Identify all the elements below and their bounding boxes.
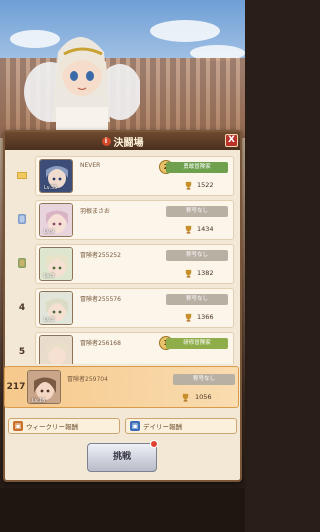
my-title-tag: 称号なし xyxy=(173,374,235,385)
ranking-row[interactable]: 5 冒険者256168 1 研修冒険家 xyxy=(11,332,234,364)
player-card[interactable]: Lv.3 冒険者255576 称号なし 1366 xyxy=(35,288,234,328)
score-value: 1382 xyxy=(197,269,214,277)
score-value: 1522 xyxy=(197,181,214,189)
info-icon[interactable]: i xyxy=(101,136,111,146)
bronze-badge-icon xyxy=(18,258,26,268)
player-card[interactable]: 冒険者256168 1 研修冒険家 xyxy=(35,332,234,364)
weekly-reward-label: ウィークリー報酬 xyxy=(26,423,78,431)
level-label: Lv.55 xyxy=(44,185,58,191)
silver-badge-icon xyxy=(18,214,26,224)
trophy-icon xyxy=(185,269,192,278)
weekly-reward-button[interactable]: ▣ ウィークリー報酬 xyxy=(8,418,120,434)
heroine-character-image xyxy=(24,37,140,132)
my-level-label: Lv.16 xyxy=(32,398,46,404)
avatar xyxy=(39,335,73,364)
rank-number: 4 xyxy=(18,303,26,313)
title-tag: 研修冒険家 xyxy=(166,338,228,349)
player-name: 冒険者255576 xyxy=(80,296,121,303)
my-player-name: 冒険者259704 xyxy=(67,376,108,383)
level-label: Lv.3 xyxy=(44,273,55,279)
level-label: Lv.9 xyxy=(44,229,55,235)
player-name: 冒険者255252 xyxy=(80,252,121,259)
my-ranking-row[interactable]: 217 Lv.16 冒険者259704 称号なし 1056 xyxy=(4,366,239,408)
trophy-icon xyxy=(182,393,189,402)
gift-icon: ▣ xyxy=(13,421,23,431)
score-value: 1434 xyxy=(197,225,214,233)
cloud xyxy=(150,20,220,42)
player-name: 冒険者256168 xyxy=(80,340,121,347)
title-tag: 称号なし xyxy=(166,294,228,305)
player-name: NEVER xyxy=(80,162,101,169)
ranking-row[interactable]: Lv.9 羽根まさお 称号なし 1434 xyxy=(11,200,234,240)
notification-dot xyxy=(150,440,158,448)
daily-reward-label: デイリー報酬 xyxy=(143,423,182,431)
ranking-row[interactable]: Lv.55 NEVER 2 勇敢冒険家 1522 xyxy=(11,156,234,196)
player-card[interactable]: Lv.3 冒険者255252 称号なし 1382 xyxy=(35,244,234,284)
level-label: Lv.3 xyxy=(44,317,55,323)
my-rank-number: 217 xyxy=(6,382,26,392)
trophy-icon xyxy=(185,313,192,322)
gift-icon: ▣ xyxy=(130,421,140,431)
rank-cell xyxy=(11,200,33,240)
my-score-value: 1056 xyxy=(195,393,212,401)
score-value: 1366 xyxy=(197,313,214,321)
player-name: 羽根まさお xyxy=(80,208,111,215)
rank-cell xyxy=(11,156,33,196)
close-button[interactable]: X xyxy=(225,134,238,147)
ranking-row[interactable]: Lv.3 冒険者255252 称号なし 1382 xyxy=(11,244,234,284)
player-card[interactable]: Lv.55 NEVER 2 勇敢冒険家 1522 xyxy=(35,156,234,196)
panel-title: 決闘場 xyxy=(113,137,144,149)
bottom-bar xyxy=(0,488,245,532)
rank-cell xyxy=(11,244,33,284)
crown-icon xyxy=(17,172,27,179)
title-tag: 称号なし xyxy=(166,250,228,261)
trophy-icon xyxy=(185,181,192,190)
daily-reward-button[interactable]: ▣ デイリー報酬 xyxy=(125,418,237,434)
player-card[interactable]: Lv.9 羽根まさお 称号なし 1434 xyxy=(35,200,234,240)
challenge-button[interactable]: 挑戦 xyxy=(87,443,157,472)
trophy-icon xyxy=(185,225,192,234)
panel-header: i 決闘場 xyxy=(5,132,240,150)
title-tag: 勇敢冒険家 xyxy=(166,162,228,173)
rank-number: 5 xyxy=(18,347,26,357)
ranking-row[interactable]: 4 Lv.3 冒険者255576 称号なし 1366 xyxy=(11,288,234,328)
title-tag: 称号なし xyxy=(166,206,228,217)
